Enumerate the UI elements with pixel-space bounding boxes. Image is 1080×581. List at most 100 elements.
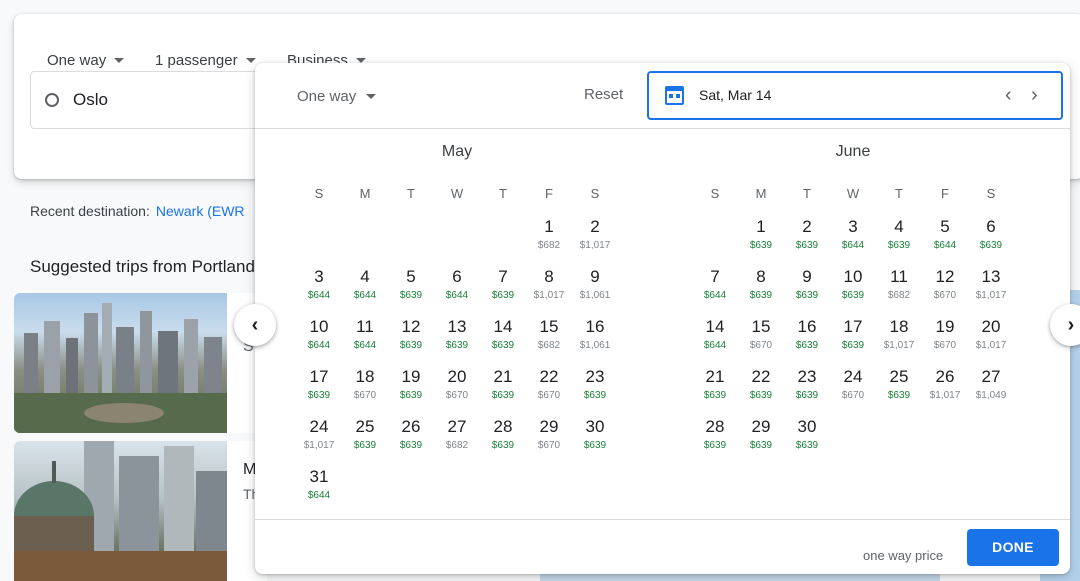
day-price: $644 <box>841 240 865 251</box>
day-price: $670 <box>445 390 469 401</box>
calendar-day[interactable]: 17 $639 <box>296 363 342 413</box>
day-number: 7 <box>498 267 508 286</box>
day-number: 6 <box>452 267 462 286</box>
calendar-day[interactable]: 29 $670 <box>526 413 572 463</box>
calendar-day[interactable]: 29 $639 <box>738 413 784 463</box>
calendar-day[interactable]: 28 $639 <box>692 413 738 463</box>
previous-date-icon[interactable]: ‹ <box>1005 85 1012 105</box>
calendar-day[interactable]: 13 $639 <box>434 313 480 363</box>
day-price: $1,017 <box>303 440 335 451</box>
calendar-day[interactable]: 24 $670 <box>830 363 876 413</box>
calendar-day[interactable]: 16 $1,061 <box>572 313 618 363</box>
calendar-day[interactable]: 20 $1,017 <box>968 313 1014 363</box>
calendar-day[interactable]: 9 $639 <box>784 263 830 313</box>
calendar-day[interactable]: 6 $639 <box>968 213 1014 263</box>
day-price: $644 <box>307 290 331 301</box>
picker-trip-type-label: One way <box>297 88 357 105</box>
day-number: 31 <box>309 467 329 486</box>
calendar-day[interactable]: 30 $639 <box>572 413 618 463</box>
calendar-day[interactable]: 20 $670 <box>434 363 480 413</box>
reset-button[interactable]: Reset <box>584 86 623 103</box>
calendar-day[interactable]: 6 $644 <box>434 263 480 313</box>
calendar-day[interactable]: 18 $1,017 <box>876 313 922 363</box>
calendar-day[interactable]: 16 $639 <box>784 313 830 363</box>
calendar-day[interactable]: 2 $639 <box>784 213 830 263</box>
calendar-day[interactable]: 27 $1,049 <box>968 363 1014 413</box>
calendar-day[interactable]: 15 $670 <box>738 313 784 363</box>
calendar-day[interactable]: 8 $1,017 <box>526 263 572 313</box>
calendar-day[interactable]: 1 $639 <box>738 213 784 263</box>
month-title-june: June <box>835 143 871 160</box>
calendar-day[interactable]: 19 $670 <box>922 313 968 363</box>
calendar-day[interactable]: 26 $1,017 <box>922 363 968 413</box>
calendar-day[interactable]: 3 $644 <box>830 213 876 263</box>
calendar-day[interactable]: 14 $639 <box>480 313 526 363</box>
calendar-day[interactable]: 21 $639 <box>480 363 526 413</box>
calendar-day[interactable]: 23 $639 <box>572 363 618 413</box>
day-price: $639 <box>307 390 331 401</box>
empty-day-cell <box>434 213 480 263</box>
calendar-day[interactable]: 8 $639 <box>738 263 784 313</box>
passengers-dropdown[interactable]: 1 passenger <box>155 52 256 69</box>
calendar-day[interactable]: 18 $670 <box>342 363 388 413</box>
calendar-day[interactable]: 26 $639 <box>388 413 434 463</box>
picker-trip-type-dropdown[interactable]: One way <box>297 88 377 105</box>
calendar-day[interactable]: 14 $644 <box>692 313 738 363</box>
day-number: 10 <box>843 267 863 286</box>
calendar-day[interactable]: 11 $644 <box>342 313 388 363</box>
calendar-day[interactable]: 25 $639 <box>342 413 388 463</box>
calendar-day[interactable]: 15 $682 <box>526 313 572 363</box>
trip-image-los-angeles[interactable] <box>14 293 227 433</box>
origin-field[interactable]: Oslo <box>30 71 290 129</box>
trip-type-dropdown[interactable]: One way <box>47 52 125 69</box>
calendar-day[interactable]: 19 $639 <box>388 363 434 413</box>
weekday-label: T <box>895 186 903 201</box>
next-date-icon[interactable]: › <box>1031 85 1038 105</box>
calendar-day[interactable]: 28 $639 <box>480 413 526 463</box>
date-picker-dialog: One way Reset Sat, Mar 14 ‹ › May S M T W T F… <box>255 63 1070 574</box>
day-number: 9 <box>802 267 812 286</box>
calendar-day[interactable]: 24 $1,017 <box>296 413 342 463</box>
day-number: 6 <box>986 217 996 236</box>
calendar-day[interactable]: 7 $644 <box>692 263 738 313</box>
departure-date-field[interactable]: Sat, Mar 14 ‹ › <box>647 71 1063 120</box>
calendar-day[interactable]: 22 $639 <box>738 363 784 413</box>
calendar-day[interactable]: 1 $682 <box>526 213 572 263</box>
chevron-right-icon: › <box>1067 313 1075 336</box>
calendar-day[interactable]: 31 $644 <box>296 463 342 513</box>
weekday-label: S <box>314 186 324 201</box>
calendar-day[interactable]: 5 $644 <box>922 213 968 263</box>
calendar-day[interactable]: 3 $644 <box>296 263 342 313</box>
calendar-day[interactable]: 12 $670 <box>922 263 968 313</box>
calendar-day[interactable]: 7 $639 <box>480 263 526 313</box>
calendar-day[interactable]: 22 $670 <box>526 363 572 413</box>
day-price: $670 <box>933 340 957 351</box>
weekday-label: S <box>590 186 600 201</box>
trip-image-montreal[interactable] <box>14 441 227 581</box>
previous-month-button[interactable]: ‹ <box>234 304 276 346</box>
calendar-day[interactable]: 13 $1,017 <box>968 263 1014 313</box>
day-price: $1,017 <box>883 340 915 351</box>
calendar-day[interactable]: 21 $639 <box>692 363 738 413</box>
day-number: 22 <box>751 367 771 386</box>
day-price: $639 <box>841 340 865 351</box>
day-number: 26 <box>401 417 421 436</box>
calendar-day[interactable]: 12 $639 <box>388 313 434 363</box>
weekday-label: T <box>407 186 415 201</box>
calendar-day[interactable]: 9 $1,061 <box>572 263 618 313</box>
calendar-day[interactable]: 4 $644 <box>342 263 388 313</box>
calendar-day[interactable]: 17 $639 <box>830 313 876 363</box>
calendar-day[interactable]: 23 $639 <box>784 363 830 413</box>
calendar-day[interactable]: 25 $639 <box>876 363 922 413</box>
calendar-day[interactable]: 5 $639 <box>388 263 434 313</box>
calendar-day[interactable]: 4 $639 <box>876 213 922 263</box>
calendar-day[interactable]: 27 $682 <box>434 413 480 463</box>
recent-destination-link[interactable]: Newark (EWR <box>156 203 245 219</box>
calendar-day[interactable]: 2 $1,017 <box>572 213 618 263</box>
calendar-day[interactable]: 30 $639 <box>784 413 830 463</box>
calendar-day[interactable]: 11 $682 <box>876 263 922 313</box>
calendar-day[interactable]: 10 $644 <box>296 313 342 363</box>
price-note: one way price <box>863 548 944 563</box>
done-button[interactable]: DONE <box>967 529 1059 566</box>
calendar-day[interactable]: 10 $639 <box>830 263 876 313</box>
